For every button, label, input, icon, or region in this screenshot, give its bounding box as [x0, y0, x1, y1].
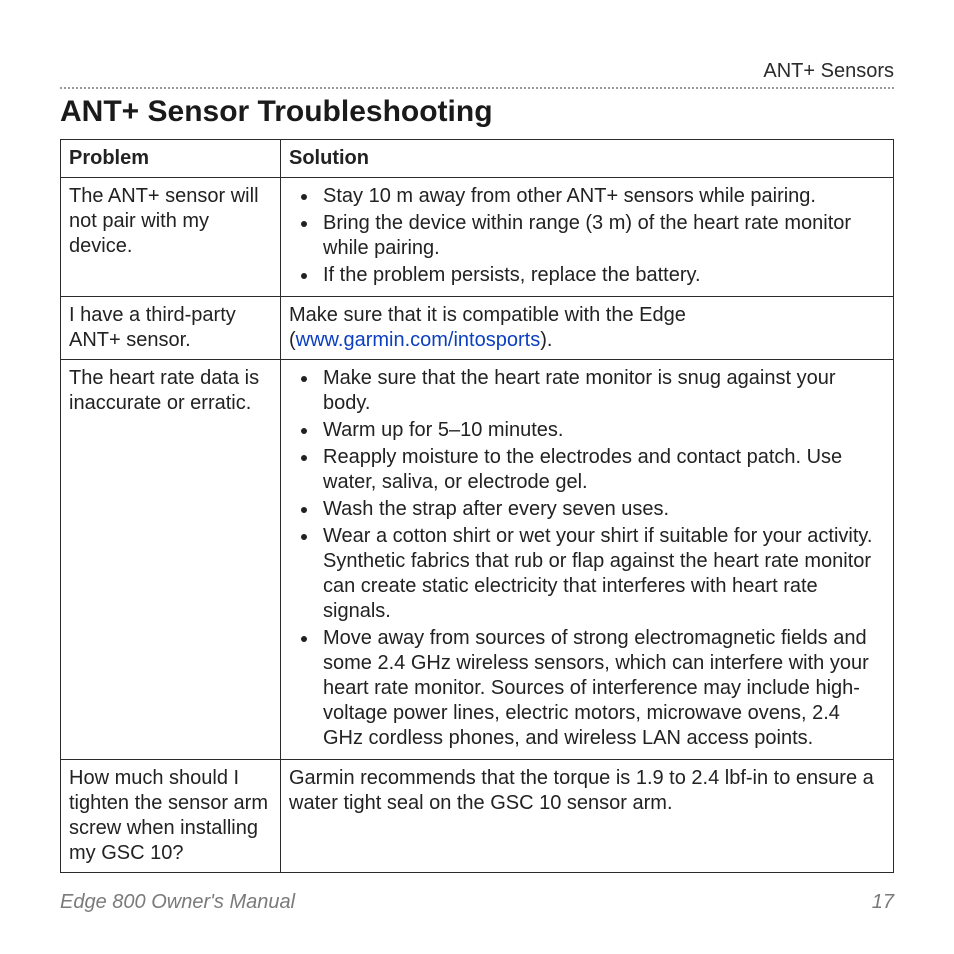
col-header-solution: Solution [281, 140, 894, 178]
manual-title: Edge 800 Owner's Manual [60, 891, 295, 914]
solution-bullet: Wear a cotton shirt or wet your shirt if… [319, 524, 885, 624]
page-number: 17 [872, 891, 894, 914]
header-rule [60, 87, 894, 89]
table-row: The heart rate data is inaccurate or err… [61, 360, 894, 760]
solution-bullet: Warm up for 5–10 minutes. [319, 418, 885, 443]
solution-cell: Make sure that it is compatible with the… [281, 297, 894, 360]
solution-link[interactable]: www.garmin.com/intosports [296, 329, 541, 351]
table-row: I have a third-party ANT+ sensor. Make s… [61, 297, 894, 360]
troubleshoot-table: Problem Solution The ANT+ sensor will no… [60, 139, 894, 873]
section-title: ANT+ Sensor Troubleshooting [60, 95, 894, 129]
solution-list: Make sure that the heart rate monitor is… [289, 366, 885, 751]
page-footer: Edge 800 Owner's Manual 17 [60, 891, 894, 914]
solution-cell: Garmin recommends that the torque is 1.9… [281, 760, 894, 873]
solution-text-after: ). [540, 329, 552, 351]
solution-bullet: If the problem persists, replace the bat… [319, 263, 885, 288]
solution-bullet: Move away from sources of strong electro… [319, 626, 885, 751]
problem-cell: The ANT+ sensor will not pair with my de… [61, 178, 281, 297]
table-header-row: Problem Solution [61, 140, 894, 178]
solution-bullet: Reapply moisture to the electrodes and c… [319, 445, 885, 495]
col-header-problem: Problem [61, 140, 281, 178]
solution-bullet: Bring the device within range (3 m) of t… [319, 211, 885, 261]
running-head: ANT+ Sensors [60, 60, 894, 87]
solution-cell: Stay 10 m away from other ANT+ sensors w… [281, 178, 894, 297]
problem-cell: How much should I tighten the sensor arm… [61, 760, 281, 873]
solution-list: Stay 10 m away from other ANT+ sensors w… [289, 184, 885, 288]
table-row: The ANT+ sensor will not pair with my de… [61, 178, 894, 297]
solution-bullet: Stay 10 m away from other ANT+ sensors w… [319, 184, 885, 209]
table-row: How much should I tighten the sensor arm… [61, 760, 894, 873]
solution-cell: Make sure that the heart rate monitor is… [281, 360, 894, 760]
page: ANT+ Sensors ANT+ Sensor Troubleshooting… [0, 0, 954, 954]
solution-bullet: Make sure that the heart rate monitor is… [319, 366, 885, 416]
solution-bullet: Wash the strap after every seven uses. [319, 497, 885, 522]
problem-cell: I have a third-party ANT+ sensor. [61, 297, 281, 360]
problem-cell: The heart rate data is inaccurate or err… [61, 360, 281, 760]
